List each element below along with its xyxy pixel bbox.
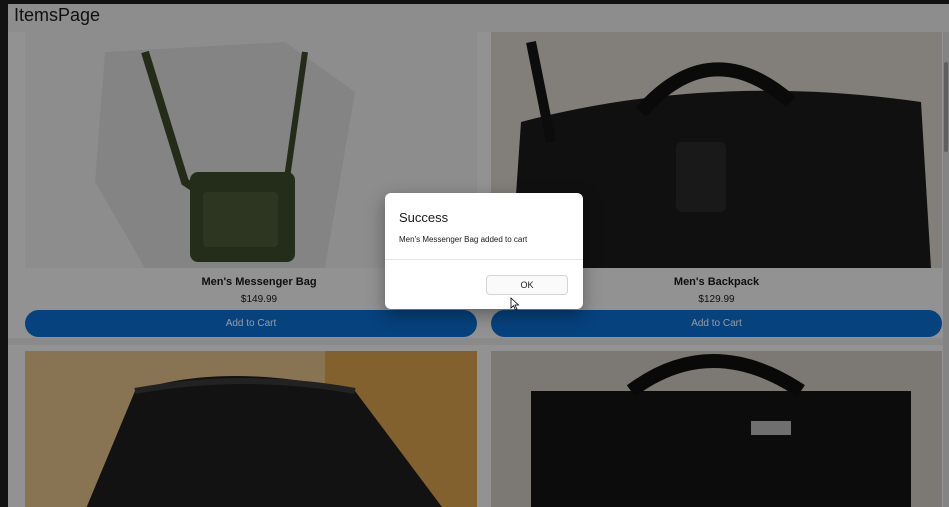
- dialog-title: Success: [399, 210, 449, 225]
- dialog-message: Men's Messenger Bag added to cart: [399, 235, 528, 244]
- dialog-divider: [385, 259, 583, 260]
- mouse-cursor-icon: [510, 297, 520, 311]
- success-dialog: Success Men's Messenger Bag added to car…: [385, 193, 583, 309]
- ok-button[interactable]: OK: [486, 275, 568, 295]
